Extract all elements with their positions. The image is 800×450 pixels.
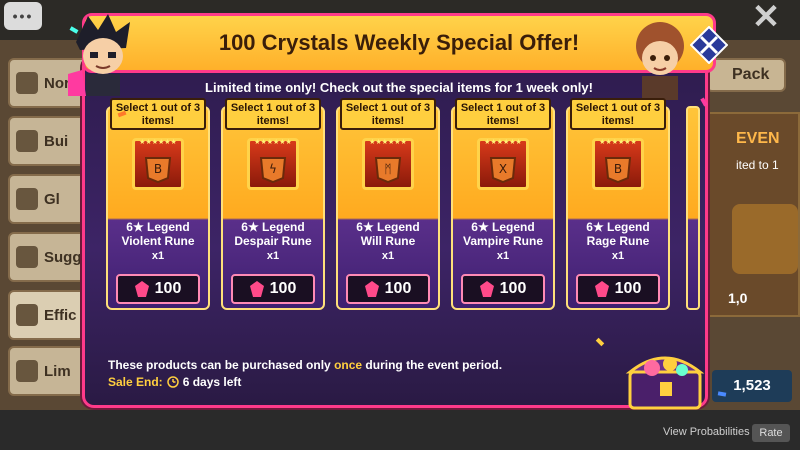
view-probabilities-link[interactable]: View Probabilities <box>663 426 750 438</box>
clock-icon <box>166 376 179 388</box>
offer-card[interactable]: Select 1 out of 3 items! ★★★★★★ ϟ 6★ Leg… <box>221 98 325 310</box>
vampire-rune-icon: X <box>489 157 517 184</box>
buy-button[interactable]: 100 <box>576 274 660 304</box>
price-text: 100 <box>614 280 642 297</box>
rune-stars: ★★★★★★ <box>369 139 407 146</box>
rune-stars: ★★★★★★ <box>599 139 637 146</box>
sale-end-value: 6 days left <box>182 375 242 389</box>
crystal-gem-icon <box>364 281 379 297</box>
person-icon <box>16 246 38 268</box>
event-title: EVEN <box>736 130 780 147</box>
crystal-gem-icon <box>249 281 264 297</box>
item-name: 6★ Legend Vampire Rune <box>462 220 544 248</box>
gift-icon <box>16 304 38 326</box>
character-portrait-right <box>636 22 684 100</box>
side-tab-label: Sugg <box>44 248 82 266</box>
item-quantity: x1 <box>381 250 395 262</box>
rate-button[interactable]: Rate <box>752 424 790 442</box>
offer-card-partial[interactable] <box>686 106 700 310</box>
svg-text:B: B <box>154 162 162 176</box>
event-price: 1,0 <box>728 290 748 306</box>
buy-button[interactable]: 100 <box>231 274 315 304</box>
item-name: 6★ Legend Will Rune <box>356 220 420 248</box>
item-name: 6★ Legend Violent Rune <box>121 220 195 248</box>
will-rune-icon: ᛗ <box>374 157 402 184</box>
modal-subtitle: Limited time only! Check out the special… <box>205 80 593 95</box>
offer-card[interactable]: Select 1 out of 3 items! ★★★★★★ B 6★ Leg… <box>566 98 670 310</box>
event-banner[interactable]: EVEN ited to 1 1,0 <box>706 112 800 317</box>
buy-button[interactable]: 100 <box>461 274 545 304</box>
pack-label: Pack <box>732 66 770 83</box>
svg-text:X: X <box>499 162 507 176</box>
side-tab-label: Bui <box>44 132 69 150</box>
treasure-chest-icon <box>625 356 705 410</box>
title-banner: 100 Crystals Weekly Special Offer! <box>82 13 716 73</box>
chest-icon <box>732 204 798 274</box>
rune-stars: ★★★★★★ <box>484 139 522 146</box>
medal-icon <box>16 188 38 210</box>
svg-text:ᛗ: ᛗ <box>384 162 391 176</box>
select-label: Select 1 out of 3 items! <box>570 98 666 130</box>
crystal-gem-icon <box>134 281 149 297</box>
buy-button[interactable]: 100 <box>116 274 200 304</box>
price-text: 100 <box>269 280 297 297</box>
rage-rune-icon: B <box>604 157 632 184</box>
price-text: 100 <box>154 280 182 297</box>
buy-button[interactable]: 100 <box>346 274 430 304</box>
side-tab-label: Nor <box>44 74 70 92</box>
item-quantity: x1 <box>611 250 625 262</box>
svg-text:B: B <box>614 162 622 176</box>
character-portrait-left <box>68 14 130 96</box>
chat-bubble-icon: ••• <box>12 8 34 24</box>
purchase-note: These products can be purchased only onc… <box>108 358 503 372</box>
price-text: 100 <box>499 280 527 297</box>
side-tab-label: Gl <box>44 190 60 208</box>
select-label: Select 1 out of 3 items! <box>340 98 436 130</box>
rune-stars: ★★★★★★ <box>254 139 292 146</box>
side-tab-label: Effic <box>44 306 77 324</box>
event-subtitle: ited to 1 <box>736 158 779 172</box>
offer-card[interactable]: Select 1 out of 3 items! ★★★★★★ X 6★ Leg… <box>451 98 555 310</box>
select-label: Select 1 out of 3 items! <box>455 98 551 130</box>
item-quantity: x1 <box>151 250 165 262</box>
sale-end-label: Sale End: <box>108 375 163 389</box>
crossed-swords-icon[interactable] <box>690 26 728 64</box>
offer-card[interactable]: Select 1 out of 3 items! ★★★★★★ B 6★ Leg… <box>106 98 210 310</box>
crystal-gem-icon <box>594 281 609 297</box>
building-icon <box>16 130 38 152</box>
price-text: 100 <box>384 280 412 297</box>
svg-text:ϟ: ϟ <box>269 162 277 176</box>
rune-stars: ★★★★★★ <box>139 139 177 146</box>
chat-button[interactable]: ••• <box>4 2 42 30</box>
side-tab-label: Lim <box>44 362 71 380</box>
modal-title: 100 Crystals Weekly Special Offer! <box>218 30 580 55</box>
violent-rune-icon: B <box>144 157 172 184</box>
crystal-gem-icon <box>479 281 494 297</box>
item-name: 6★ Legend Despair Rune <box>234 220 312 248</box>
shop-icon <box>16 360 38 382</box>
sale-end: Sale End: 6 days left <box>108 375 241 389</box>
despair-rune-icon: ϟ <box>259 157 287 184</box>
star-icon <box>16 72 38 94</box>
select-label: Select 1 out of 3 items! <box>225 98 321 130</box>
crystal-count: 1,523 <box>712 370 792 402</box>
close-icon[interactable]: ✕ <box>748 0 784 36</box>
item-quantity: x1 <box>266 250 280 262</box>
item-name: 6★ Legend Rage Rune <box>586 220 650 248</box>
item-quantity: x1 <box>496 250 510 262</box>
offer-card[interactable]: Select 1 out of 3 items! ★★★★★★ ᛗ 6★ Leg… <box>336 98 440 310</box>
